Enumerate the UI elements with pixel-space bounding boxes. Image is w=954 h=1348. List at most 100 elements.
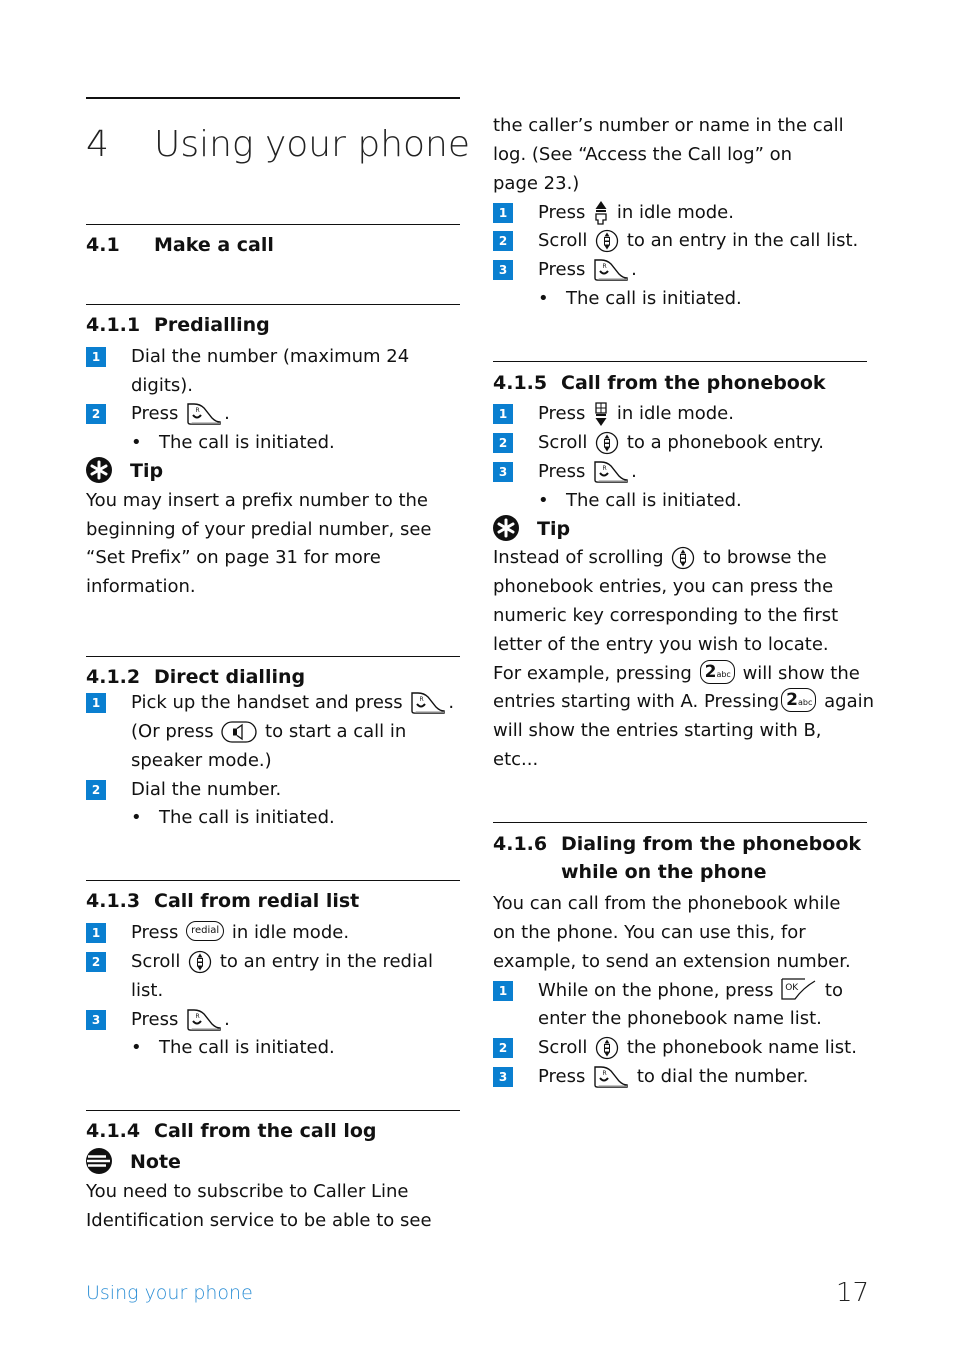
step-text: Press in idle mode. — [538, 399, 734, 428]
page-number: 17 — [836, 1278, 870, 1308]
subsection-heading-predialling: 4.1.1 Predialling — [86, 314, 270, 336]
subsection-number: 4.1.3 — [86, 890, 141, 912]
step-badge: 1 — [86, 347, 106, 367]
subsection-number: 4.1.5 — [493, 372, 548, 394]
subsection-heading-direct-dialling: 4.1.2 Direct dialling — [86, 666, 305, 688]
call-key-icon — [593, 460, 629, 484]
tip-callout: Tip — [493, 515, 570, 544]
step-badge: 2 — [493, 1038, 513, 1058]
subsection-title: Call from redial list — [154, 890, 360, 912]
step-text-pre: (Or press — [131, 721, 214, 742]
step-text-post: . — [224, 1009, 230, 1030]
footer-section-name: Using your phone — [86, 1282, 253, 1304]
step-text: digits). — [131, 375, 194, 396]
tip-text: etc... — [493, 749, 539, 770]
subsection-title: Call from the phonebook — [561, 372, 826, 394]
step-badge: 2 — [86, 780, 106, 800]
subsection-rule — [86, 880, 460, 881]
intro-text: on the phone. You can use this, for — [493, 922, 806, 943]
step-text: Scroll to an entry in the redial — [131, 947, 433, 976]
step-text: Pick up the handset and press . — [131, 688, 454, 717]
tip-text: For example, pressing 2abc will show the — [493, 659, 860, 688]
tip-text: entries starting with A. Pressing 2abc ag… — [493, 687, 874, 716]
subsection-heading-redial-list: 4.1.3 Call from redial list — [86, 890, 359, 912]
bullet-text: The call is initiated. — [566, 288, 742, 309]
bullet-text: The call is initiated. — [159, 1037, 335, 1058]
subsection-rule — [493, 822, 867, 823]
tip-callout: Tip — [86, 457, 163, 486]
step-text: Press to dial the number. — [538, 1062, 808, 1091]
step-text-pre: Scroll — [538, 1037, 588, 1058]
key-2-icon: 2abc — [699, 660, 735, 684]
step-text: Dial the number. — [131, 779, 282, 800]
step-text-pre: Scroll — [538, 230, 588, 251]
step-badge: 1 — [493, 404, 513, 424]
tip-text: numeric key corresponding to the first — [493, 605, 839, 626]
tip-text-post: will show the — [742, 663, 860, 684]
ok-softkey-icon: OK — [781, 978, 817, 1000]
tip-text-post: again — [824, 691, 875, 712]
step-badge: 2 — [493, 231, 513, 251]
tip-icon — [86, 457, 112, 483]
key-letters: abc — [716, 670, 731, 679]
navigation-key-icon — [595, 1036, 619, 1060]
intro-text: You can call from the phonebook while — [493, 893, 841, 914]
step-text: Press . — [538, 255, 637, 284]
bullet-text: The call is initiated. — [566, 490, 742, 511]
step-text: Press . — [131, 1005, 230, 1034]
subsection-heading-dialing-while-on-phone: 4.1.6 Dialing from the phonebook — [493, 833, 861, 855]
call-key-icon — [186, 402, 222, 426]
subsection-rule — [86, 304, 460, 305]
step-badge: 2 — [86, 404, 106, 424]
bullet-item: • The call is initiated. — [538, 288, 742, 309]
subsection-title: Dialing from the phonebook — [561, 833, 862, 855]
step-text: Press . — [538, 457, 637, 486]
subsection-number: 4.1.6 — [493, 833, 548, 855]
intro-text: example, to send an extension number. — [493, 951, 851, 972]
note-callout: Note — [86, 1148, 181, 1177]
step-badge: 3 — [86, 1010, 106, 1030]
tip-text: Instead of scrolling to browse the — [493, 543, 827, 572]
step-badge: 1 — [86, 923, 106, 943]
redial-key-icon: redial — [186, 921, 225, 941]
note-text: Identification service to be able to see — [86, 1210, 432, 1231]
step-text-pre: Scroll — [131, 951, 181, 972]
key-2-icon: 2abc — [781, 688, 817, 712]
step-text-pre: While on the phone, press — [538, 980, 774, 1001]
note-text: You need to subscribe to Caller Line — [86, 1181, 409, 1202]
phonebook-key-icon — [593, 401, 609, 427]
navigation-key-icon — [595, 229, 619, 253]
step-text: list. — [131, 980, 164, 1001]
step-text-post: . — [631, 461, 637, 482]
key-digit: 2 — [704, 662, 717, 682]
note-text: page 23.) — [493, 173, 580, 194]
note-label: Note — [130, 1151, 181, 1173]
subsection-rule — [86, 1110, 460, 1111]
subsection-title: Predialling — [154, 314, 270, 336]
subsection-number: 4.1.4 — [86, 1120, 141, 1142]
chapter-top-rule — [86, 97, 460, 99]
subsection-number: 4.1.2 — [86, 666, 141, 688]
navigation-key-icon — [595, 431, 619, 455]
step-badge: 2 — [493, 433, 513, 453]
step-badge: 3 — [493, 260, 513, 280]
step-badge: 1 — [86, 693, 106, 713]
step-text: Dial the number (maximum 24 — [131, 346, 410, 367]
chapter-number: 4 — [86, 124, 109, 165]
step-text-post: . — [448, 692, 455, 713]
tip-text: letter of the entry you wish to locate. — [493, 634, 829, 655]
subsection-rule — [493, 361, 867, 362]
tip-text-pre: entries starting with A. Pressing — [493, 691, 780, 712]
call-key-icon — [186, 1008, 222, 1032]
call-key-icon — [410, 691, 446, 715]
navigation-key-icon — [188, 950, 212, 974]
subsection-title: Direct dialling — [154, 666, 306, 688]
tip-text: will show the entries starting with B, — [493, 720, 822, 741]
step-text-post: to — [824, 980, 843, 1001]
subsection-title: Call from the call log — [154, 1120, 377, 1142]
tip-text: beginning of your predial number, see — [86, 519, 432, 540]
step-text-pre: Scroll — [538, 432, 588, 453]
tip-icon — [493, 515, 519, 541]
step-text-post: in idle mode. — [616, 403, 734, 424]
step-text-post: in idle mode. — [231, 922, 350, 943]
